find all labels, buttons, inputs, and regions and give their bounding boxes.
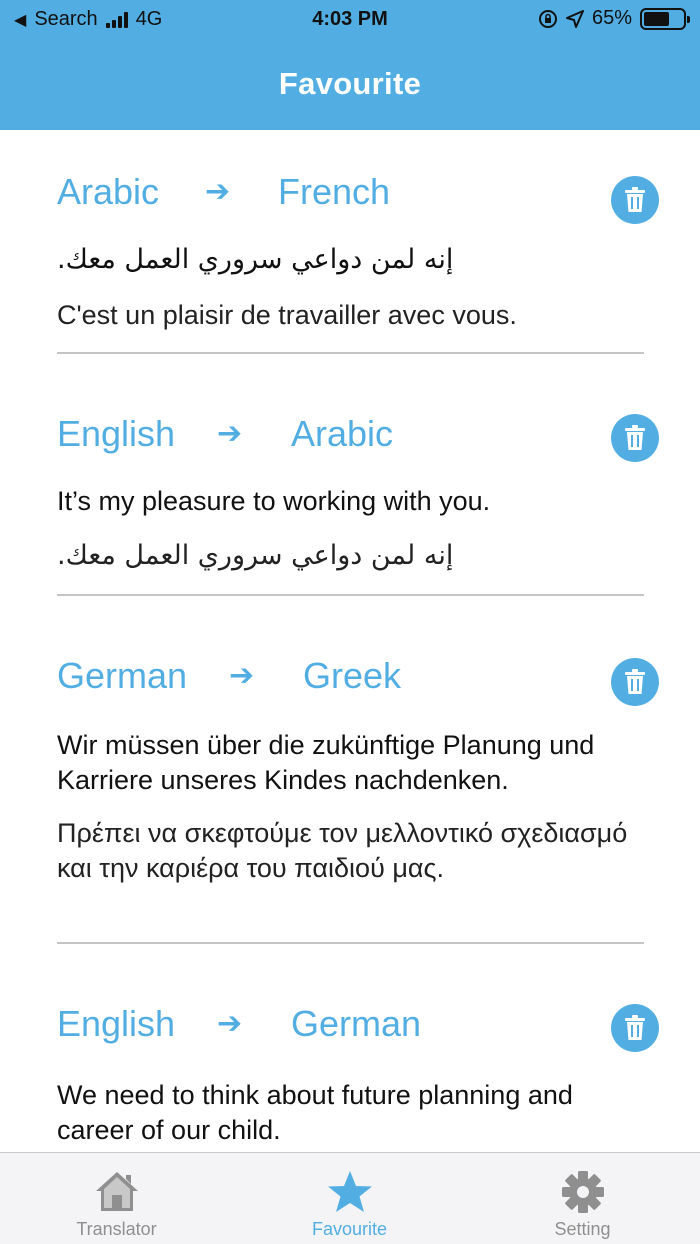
source-language: English [57, 1003, 176, 1044]
target-language: Arabic [291, 413, 394, 454]
favourite-item[interactable]: English ➔ German We need to think about … [57, 1002, 659, 1152]
status-bar: ◀ Search 4G 4:03 PM 65% [0, 0, 700, 40]
target-language: German [291, 1003, 422, 1044]
home-icon [95, 1172, 138, 1211]
source-text: إنه لمن دواعي سروري العمل معك. [57, 244, 454, 275]
arrow-right-icon: ➔ [205, 175, 231, 208]
status-right: 65% [538, 7, 690, 30]
delete-button[interactable] [611, 658, 659, 706]
arrow-right-icon: ➔ [217, 417, 243, 450]
battery-icon [640, 7, 690, 30]
source-language: German [57, 655, 188, 696]
tab-translator-label: Translator [76, 1219, 157, 1239]
tab-favourite-label: Favourite [311, 1219, 388, 1239]
target-language: Greek [303, 655, 402, 696]
language-pair: Arabic ➔ French [57, 170, 659, 230]
target-language: French [278, 171, 391, 212]
battery-level [644, 11, 669, 26]
source-text: We need to think about future planning a… [57, 1080, 573, 1145]
trash-icon [625, 1015, 645, 1040]
gear-icon [561, 1171, 604, 1213]
favourite-item[interactable]: Arabic ➔ French إنه لمن دواعي سروري العم… [57, 170, 659, 354]
tab-setting-label: Setting [554, 1219, 611, 1239]
source-language: English [57, 413, 176, 454]
trash-icon [625, 669, 645, 694]
trash-icon [625, 187, 645, 212]
language-pair: English ➔ German [57, 1002, 659, 1062]
language-pair: English ➔ Arabic [57, 412, 659, 472]
trash-icon [625, 425, 645, 450]
delete-button[interactable] [611, 1004, 659, 1052]
arrow-right-icon: ➔ [217, 1007, 243, 1040]
tab-bar: Translator Favourite Setting [0, 1152, 700, 1244]
battery-percent: 65% [591, 7, 632, 29]
orientation-lock-icon [538, 9, 557, 28]
tab-favourite[interactable]: Favourite [233, 1153, 466, 1244]
language-pair: German ➔ Greek [57, 654, 659, 714]
delete-button[interactable] [611, 176, 659, 224]
source-text: Wir müssen über die zukünftige Planung u… [57, 730, 595, 795]
page-title: Favourite [278, 66, 422, 101]
source-text: It’s my pleasure to working with you. [57, 486, 491, 516]
source-language: Arabic [57, 171, 160, 212]
arrow-right-icon: ➔ [229, 659, 255, 692]
tab-translator[interactable]: Translator [0, 1153, 233, 1244]
translated-text: إنه لمن دواعي سروري العمل معك. [57, 540, 454, 571]
tab-setting[interactable]: Setting [466, 1153, 699, 1244]
favourites-list[interactable]: Arabic ➔ French إنه لمن دواعي سروري العم… [0, 130, 700, 1152]
translated-text: C'est un plaisir de travailler avec vous… [57, 300, 517, 330]
favourite-item[interactable]: English ➔ Arabic It’s my pleasure to wor… [57, 412, 659, 596]
translated-text: Πρέπει να σκεφτούμε τον μελλοντικό σχεδι… [57, 818, 628, 883]
favourite-item[interactable]: German ➔ Greek Wir müssen über die zukün… [57, 654, 659, 944]
navigation-header: Favourite [0, 40, 700, 130]
delete-button[interactable] [611, 414, 659, 462]
location-arrow-icon [565, 9, 584, 28]
star-icon [327, 1171, 372, 1212]
